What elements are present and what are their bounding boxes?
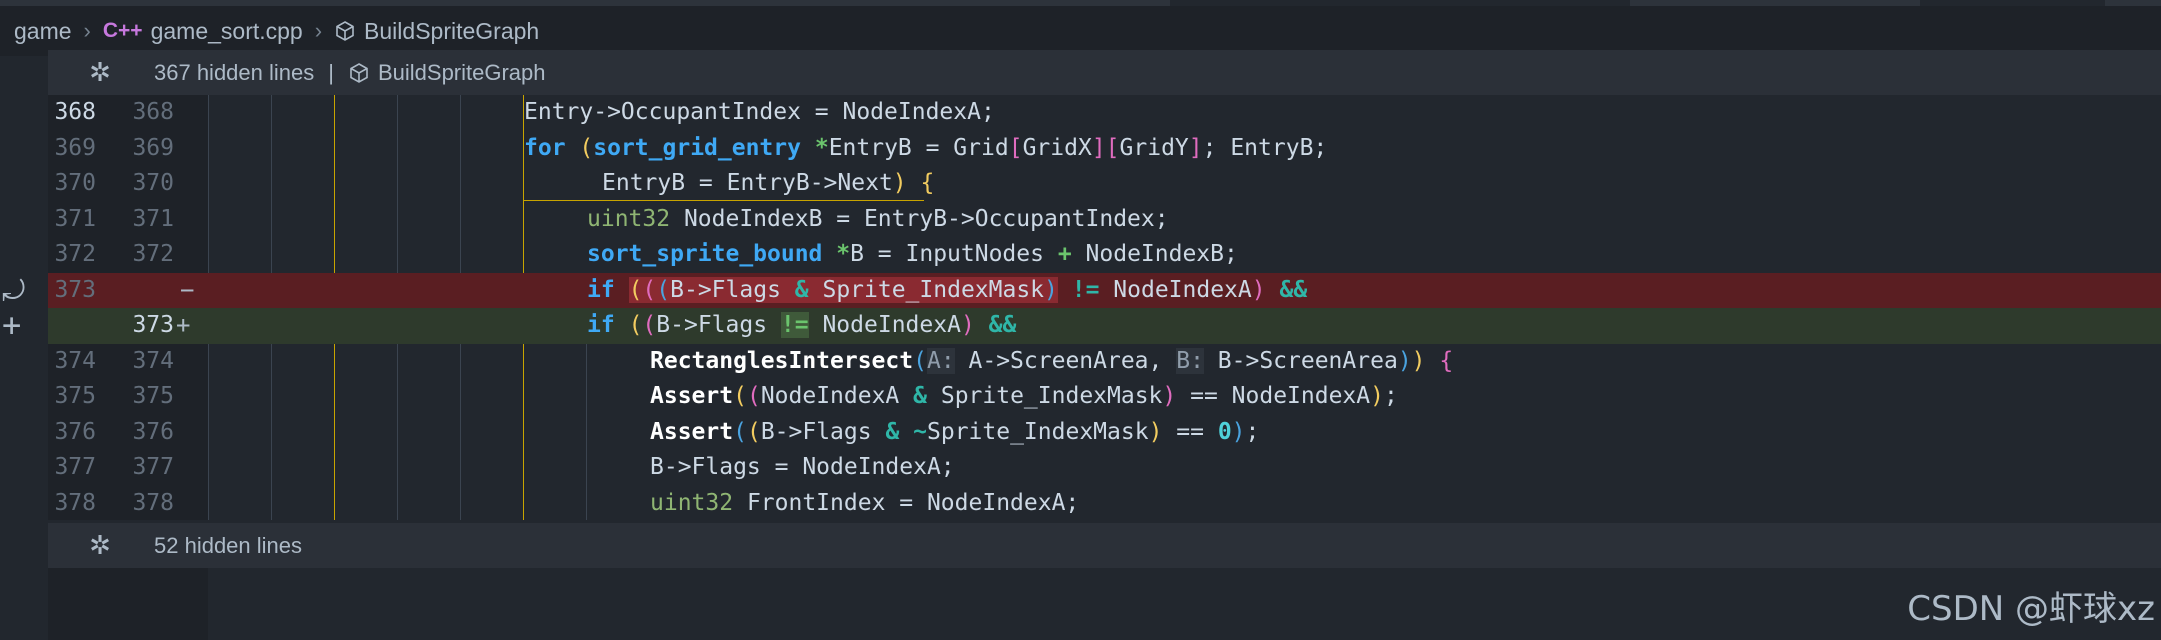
breadcrumb: game › C++ game_sort.cpp › BuildSpriteGr… [0,6,2161,56]
chevron-right-icon: › [83,18,91,43]
code-line-376[interactable]: 376 376 Assert((B->Flags & ~Sprite_Index… [48,415,2161,451]
bracket-scope-line [524,200,924,201]
code-line-370[interactable]: 370 370 EntryB = EntryB->Next) { [48,166,2161,202]
breadcrumb-folder[interactable]: game [14,18,72,45]
old-line-number: 375 [54,383,96,409]
code-line-369[interactable]: 369 369 for (sort_grid_entry *EntryB = G… [48,131,2161,167]
old-line-number: 377 [54,454,96,480]
hidden-lines-label: 52 hidden lines [154,532,303,558]
code-text: if (((B->Flags & Sprite_IndexMask) != No… [587,277,1308,303]
unfold-icon[interactable]: ✲ [48,530,152,561]
old-line-number: 373 [54,277,96,303]
hidden-lines-top[interactable]: ✲ 367 hidden lines | BuildSpriteGraph [48,50,2161,95]
inlay-hint: A: [926,348,955,374]
line-number-gutter [48,564,208,640]
old-line-number: 378 [54,490,96,516]
code-text: uint32 NodeIndexB = EntryB->OccupantInde… [587,206,1169,232]
code-line-371[interactable]: 371 371 uint32 NodeIndexB = EntryB->Occu… [48,202,2161,238]
revert-icon[interactable]: ⤾ [2,274,25,308]
hidden-lines-bottom[interactable]: ✲ 52 hidden lines [48,523,2161,568]
code-line-372[interactable]: 372 372 sort_sprite_bound *B = InputNode… [48,237,2161,273]
activity-strip [0,62,48,640]
deletion-marker: − [180,276,195,304]
code-text: uint32 FrontIndex = NodeIndexA; [650,490,1080,516]
hidden-lines-label: 367 hidden lines [154,59,315,85]
breadcrumb-symbol[interactable]: BuildSpriteGraph [364,18,539,45]
code-text: Entry->OccupantIndex = NodeIndexA; [524,99,995,125]
unfold-icon[interactable]: ✲ [48,57,152,88]
code-text: Assert((NodeIndexA & Sprite_IndexMask) =… [650,383,1398,409]
new-line-number: 371 [132,206,174,232]
code-text: Assert((B->Flags & ~Sprite_IndexMask) ==… [650,419,1260,445]
old-line-number: 372 [54,241,96,267]
code-text: if ((B->Flags != NodeIndexA) && [587,312,1017,338]
code-line-368[interactable]: 368 368 Entry->OccupantIndex = NodeIndex… [48,95,2161,131]
code-text: EntryB = EntryB->Next) { [602,170,935,196]
code-line-375[interactable]: 375 375 Assert((NodeIndexA & Sprite_Inde… [48,379,2161,415]
new-line-number: 368 [132,99,174,125]
code-line-374[interactable]: 374 374 RectanglesIntersect(A: A->Screen… [48,344,2161,380]
breadcrumb-file[interactable]: game_sort.cpp [151,18,303,45]
chevron-right-icon: › [314,18,323,43]
cube-symbol-icon [348,62,370,84]
code-line-373-deleted[interactable]: 373 − if (((B->Flags & Sprite_IndexMask)… [48,273,2161,309]
hidden-lines-symbol[interactable]: BuildSpriteGraph [378,60,546,86]
new-line-number: 375 [132,383,174,409]
old-line-number: 374 [54,348,96,374]
new-line-number: 373 [132,312,174,338]
watermark: CSDN @虾球xz [1907,589,2155,629]
old-line-number: 371 [54,206,96,232]
inlay-hint: B: [1176,348,1204,374]
new-line-number: 378 [132,490,174,516]
code-text: B->Flags = NodeIndexA; [650,454,955,480]
code-text: RectanglesIntersect(A: A->ScreenArea, B:… [650,348,1454,374]
old-line-number: 368 [54,99,96,125]
code-line-378[interactable]: 378 378 uint32 FrontIndex = NodeIndexA; [48,486,2161,522]
cube-symbol-icon [334,20,356,42]
cpp-file-icon: C++ [102,19,143,42]
new-line-number: 376 [132,419,174,445]
old-line-number: 376 [54,419,96,445]
code-text: for (sort_grid_entry *EntryB = Grid[Grid… [524,135,1328,161]
new-line-number: 374 [132,348,174,374]
code-line-377[interactable]: 377 377 B->Flags = NodeIndexA; [48,450,2161,486]
code-text: sort_sprite_bound *B = InputNodes + Node… [587,241,1238,267]
addition-marker: + [176,311,191,339]
new-line-number: 369 [132,135,174,161]
old-line-number: 369 [54,135,96,161]
separator: | [328,59,334,85]
add-icon[interactable]: + [2,306,21,344]
code-line-373-added[interactable]: 373 + if ((B->Flags != NodeIndexA) && [48,308,2161,344]
new-line-number: 372 [132,241,174,267]
old-line-number: 370 [54,170,96,196]
new-line-number: 377 [132,454,174,480]
new-line-number: 370 [132,170,174,196]
